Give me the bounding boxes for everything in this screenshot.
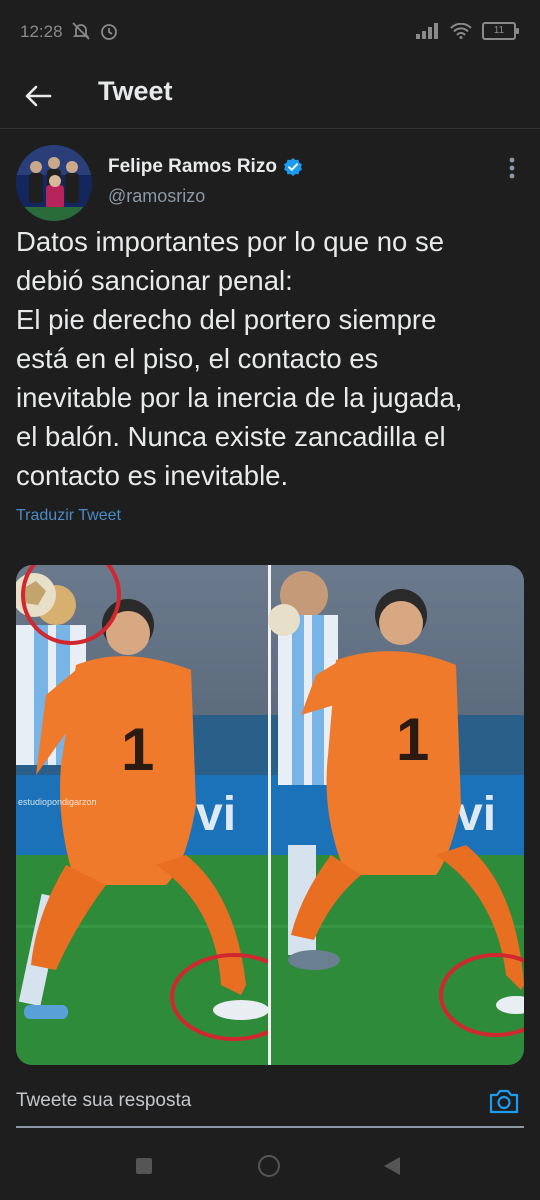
svg-text:vi: vi	[196, 788, 236, 841]
watermark-text: estudiopondigarzon	[18, 797, 97, 807]
reply-bar: Tweete sua resposta	[16, 1080, 524, 1128]
status-time: 12:28	[20, 22, 63, 41]
signal-icon	[416, 23, 438, 39]
back-button[interactable]	[20, 78, 56, 114]
svg-text:1: 1	[121, 716, 154, 783]
tweet-text: Datos importantes por lo que no se debió…	[16, 226, 463, 491]
verified-badge-icon	[283, 158, 302, 176]
app-bar: Tweet	[0, 64, 540, 129]
tweet-media-image[interactable]: vi 1 estudiopondigarzon vi 1	[16, 565, 524, 1065]
camera-button[interactable]	[488, 1086, 520, 1116]
avatar[interactable]	[16, 145, 92, 221]
translate-tweet-link[interactable]: Traduzir Tweet	[16, 507, 121, 525]
wifi-icon	[450, 23, 472, 39]
more-vertical-icon	[509, 157, 515, 179]
page-title: Tweet	[98, 76, 173, 106]
recents-icon[interactable]	[136, 1158, 152, 1174]
author-name[interactable]: Felipe Ramos Rizo	[108, 156, 303, 178]
status-bar: 12:28 11	[0, 0, 540, 64]
camera-icon	[489, 1089, 519, 1114]
battery-icon: 11	[482, 22, 519, 40]
nav-back-icon[interactable]	[384, 1157, 400, 1175]
svg-text:vi: vi	[456, 788, 496, 841]
status-icons-left	[70, 20, 120, 42]
author-handle[interactable]: @ramosrizo	[108, 186, 205, 207]
reply-input[interactable]: Tweete sua resposta	[16, 1090, 191, 1112]
home-icon[interactable]	[258, 1155, 280, 1177]
alarm-icon	[101, 24, 117, 40]
back-arrow-icon	[25, 85, 52, 107]
muted-bell-icon	[72, 22, 90, 40]
more-options-button[interactable]	[498, 154, 526, 182]
author-name-text: Felipe Ramos Rizo	[108, 156, 277, 177]
svg-text:1: 1	[396, 706, 429, 773]
status-icons-right: 11	[416, 22, 519, 40]
system-nav-bar	[0, 1130, 540, 1200]
